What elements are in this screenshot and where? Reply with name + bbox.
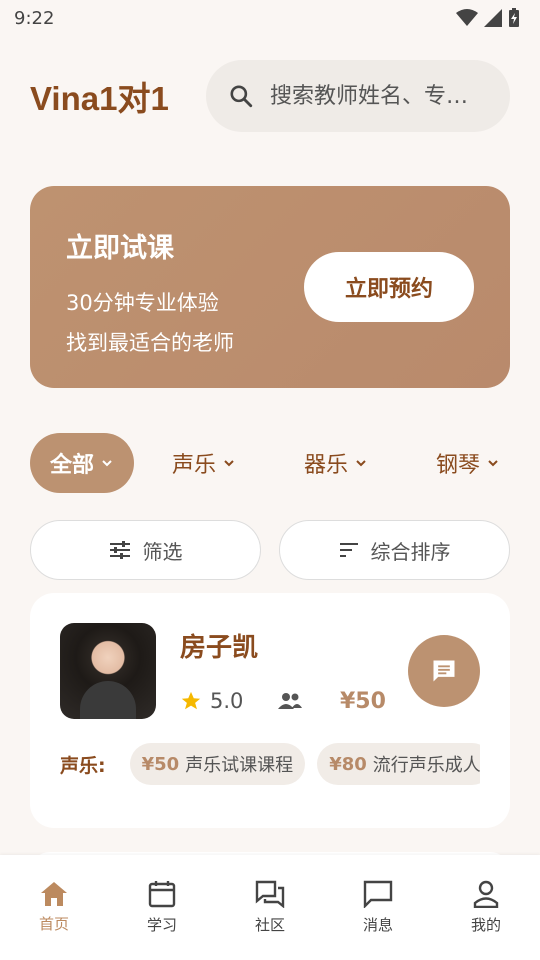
tune-icon: [109, 541, 130, 559]
category-instrument[interactable]: 器乐: [304, 433, 368, 493]
tab-community[interactable]: 社区: [230, 880, 310, 935]
status-time: 9:22: [14, 7, 55, 29]
category-vocal[interactable]: 声乐: [172, 433, 236, 493]
calendar-icon: [148, 881, 176, 908]
category-label: 钢琴: [436, 453, 481, 478]
star-icon: [181, 691, 201, 710]
course-price: ¥50: [141, 753, 180, 775]
sort-button[interactable]: 综合排序: [279, 520, 510, 580]
search-icon: [230, 85, 253, 108]
search-bar[interactable]: [206, 60, 510, 132]
sort-label: 综合排序: [370, 539, 451, 564]
teacher-price: ¥50: [340, 689, 386, 714]
chat-button[interactable]: [408, 635, 480, 707]
category-all[interactable]: 全部: [30, 433, 135, 493]
category-label: 声乐: [172, 453, 217, 478]
search-input[interactable]: [270, 83, 480, 109]
bottom-tab-bar: 首页 学习 社区 消息 我的: [0, 855, 540, 960]
teacher-rating: 5.0: [210, 689, 244, 713]
status-bar: 9:22: [0, 0, 540, 36]
teacher-card[interactable]: 房子凯 5.0 ¥50 声乐: ¥50 声乐试课课程 ¥80 流行声乐成人: [30, 593, 510, 828]
course-price: ¥80: [329, 753, 367, 775]
tab-messages[interactable]: 消息: [338, 880, 418, 935]
status-icons: [456, 8, 520, 28]
filter-row: 筛选 综合排序: [30, 520, 510, 580]
filter-button[interactable]: 筛选: [30, 520, 261, 580]
tab-study[interactable]: 学习: [122, 880, 202, 935]
trial-banner: 立即试课 30分钟专业体验 找到最适合的老师 立即预约: [30, 186, 510, 388]
course-chip[interactable]: ¥80 流行声乐成人: [317, 743, 480, 785]
chevron-down-icon: [102, 460, 112, 467]
message-icon: [363, 880, 393, 908]
tab-label: 消息: [362, 916, 393, 934]
category-tabs: 全部 声乐 器乐 钢琴: [30, 433, 540, 493]
category-piano[interactable]: 钢琴: [436, 433, 500, 493]
tab-label: 社区: [254, 916, 285, 934]
home-icon: [41, 882, 67, 906]
course-list: 声乐: ¥50 声乐试课课程 ¥80 流行声乐成人: [60, 743, 480, 785]
tab-profile[interactable]: 我的: [446, 880, 526, 935]
course-name: 流行声乐成人: [372, 755, 480, 776]
category-label: 全部: [50, 453, 95, 478]
course-category-label: 声乐:: [60, 754, 106, 777]
sort-icon: [339, 543, 358, 557]
banner-line-2: 找到最适合的老师: [66, 331, 234, 355]
chat-icon: [433, 660, 455, 682]
course-chip[interactable]: ¥50 声乐试课课程: [129, 743, 306, 785]
tab-home[interactable]: 首页: [14, 881, 94, 934]
signal-icon: [484, 9, 502, 27]
tab-label: 首页: [38, 915, 69, 933]
students-icon: [278, 693, 303, 709]
person-icon: [473, 880, 499, 908]
teacher-name: 房子凯: [180, 633, 259, 663]
forum-icon: [255, 880, 285, 908]
chevron-down-icon: [224, 460, 234, 467]
book-now-button[interactable]: 立即预约: [304, 252, 474, 322]
filter-label: 筛选: [142, 539, 183, 564]
chevron-down-icon: [356, 460, 366, 467]
chevron-down-icon: [488, 460, 498, 467]
wifi-icon: [456, 9, 478, 26]
app-header: Vina1对1: [30, 60, 510, 132]
battery-icon: [509, 8, 519, 27]
tab-label: 我的: [470, 916, 501, 934]
category-label: 器乐: [304, 453, 349, 478]
teacher-avatar: [60, 623, 156, 719]
tab-label: 学习: [146, 916, 177, 934]
app-brand: Vina1对1: [30, 80, 169, 117]
course-name: 声乐试课课程: [185, 755, 294, 776]
